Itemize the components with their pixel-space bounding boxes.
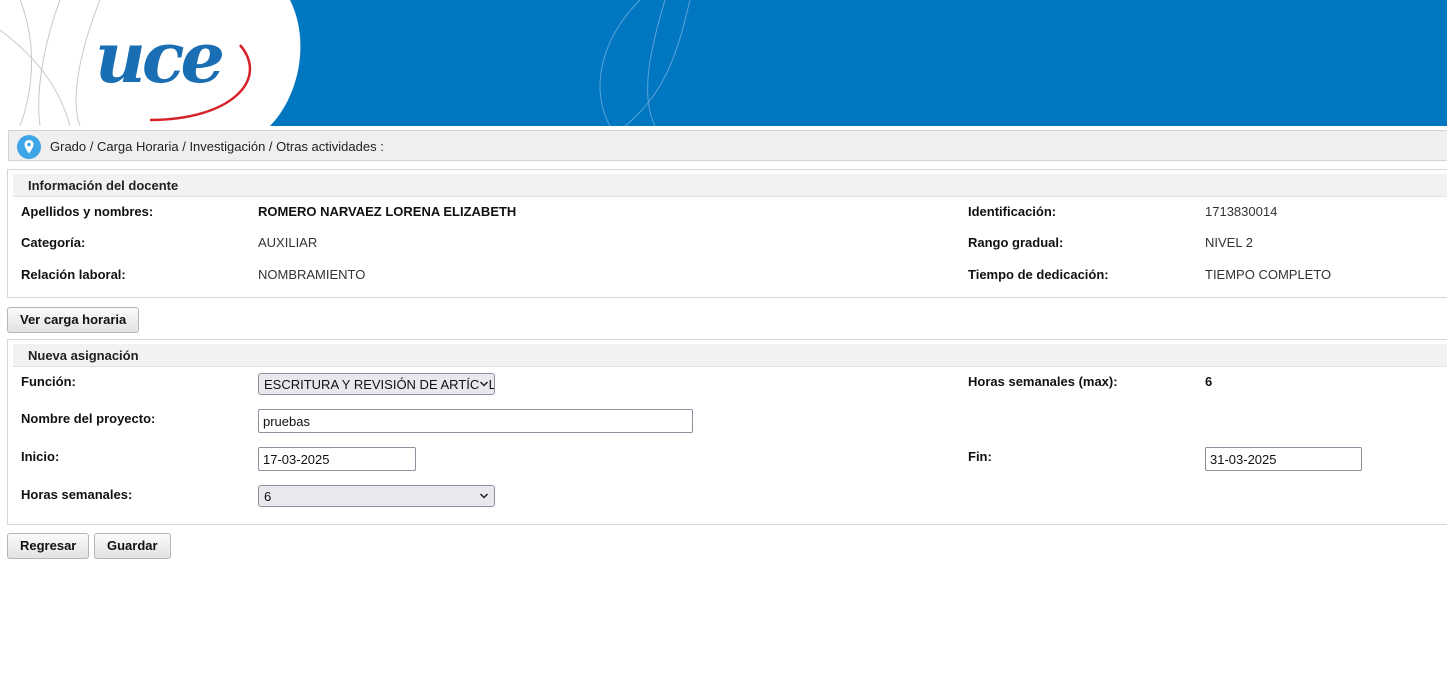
- value-relacion-laboral: NOMBRAMIENTO: [258, 267, 366, 282]
- docente-panel: Información del docente Apellidos y nomb…: [7, 169, 1447, 298]
- label-relacion-laboral: Relación laboral:: [21, 267, 126, 282]
- horas-semanales-select-value: 6: [264, 489, 272, 504]
- horas-semanales-select[interactable]: 6: [258, 485, 495, 507]
- breadcrumb: Grado / Carga Horaria / Investigación / …: [8, 130, 1447, 161]
- chevron-down-icon: [479, 490, 489, 502]
- asignacion-panel: Nueva asignación Función: ESCRITURA Y RE…: [7, 339, 1447, 525]
- value-tiempo-dedicacion: TIEMPO COMPLETO: [1205, 267, 1332, 282]
- label-tiempo-dedicacion: Tiempo de dedicación:: [968, 267, 1109, 282]
- value-categoria: AUXILIAR: [258, 235, 318, 250]
- label-inicio: Inicio:: [21, 449, 60, 464]
- nombre-proyecto-input[interactable]: [258, 409, 693, 433]
- label-identificacion: Identificación:: [968, 204, 1057, 219]
- funcion-select-value: ESCRITURA Y REVISIÓN DE ARTÍCULOS: [264, 377, 495, 392]
- label-rango-gradual: Rango gradual:: [968, 235, 1064, 250]
- label-horas-semanales: Horas semanales:: [21, 487, 133, 502]
- label-horas-semanales-max: Horas semanales (max):: [968, 374, 1118, 389]
- label-fin: Fin:: [968, 449, 992, 464]
- chevron-down-icon: [479, 378, 489, 390]
- funcion-select[interactable]: ESCRITURA Y REVISIÓN DE ARTÍCULOS: [258, 373, 495, 395]
- guardar-button[interactable]: Guardar: [94, 533, 171, 559]
- value-identificacion: 1713830014: [1205, 204, 1278, 219]
- label-categoria: Categoría:: [21, 235, 86, 250]
- value-rango-gradual: NIVEL 2: [1205, 235, 1253, 250]
- value-apellidos-nombres: ROMERO NARVAEZ LORENA ELIZABETH: [258, 204, 517, 219]
- uce-logo: uce: [95, 16, 225, 99]
- asignacion-panel-title: Nueva asignación: [13, 344, 1447, 367]
- inicio-date-input[interactable]: [258, 447, 416, 471]
- label-funcion: Función:: [21, 374, 76, 389]
- label-apellidos-nombres: Apellidos y nombres:: [21, 204, 154, 219]
- label-nombre-proyecto: Nombre del proyecto:: [21, 411, 156, 426]
- breadcrumb-text: Grado / Carga Horaria / Investigación / …: [50, 139, 384, 154]
- regresar-button[interactable]: Regresar: [7, 533, 90, 559]
- ver-carga-horaria-button[interactable]: Ver carga horaria: [7, 307, 140, 333]
- location-pin-icon: [17, 135, 41, 159]
- docente-panel-title: Información del docente: [13, 174, 1447, 197]
- value-horas-semanales-max: 6: [1205, 374, 1213, 389]
- fin-date-input[interactable]: [1205, 447, 1362, 471]
- header-banner: uce: [0, 0, 1447, 126]
